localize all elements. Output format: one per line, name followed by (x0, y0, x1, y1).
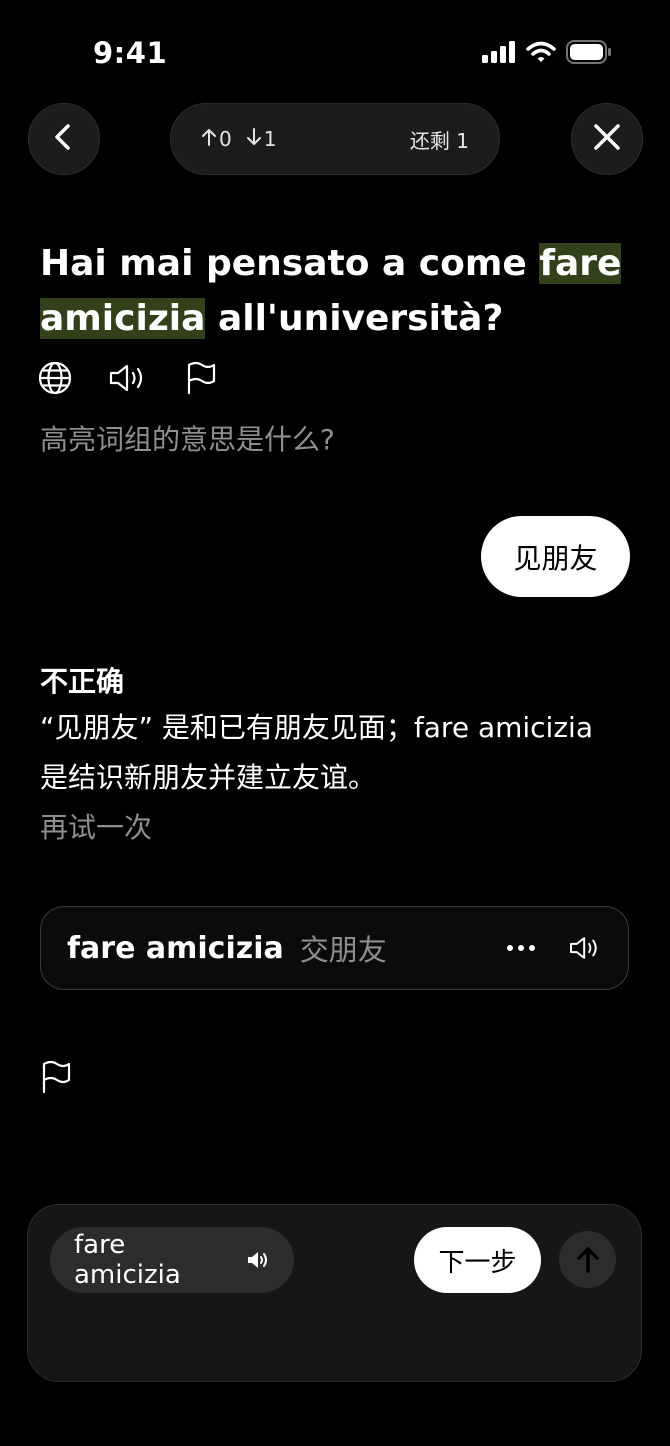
speaker-icon[interactable] (108, 361, 148, 395)
status-time: 9:41 (93, 36, 168, 70)
flag-report-icon[interactable] (184, 361, 218, 395)
next-step-button[interactable]: 下一步 (414, 1227, 541, 1293)
close-icon (592, 122, 622, 156)
up-count-value: 0 (219, 127, 232, 151)
sentence-end: all'università? (205, 298, 504, 339)
phrase-speaker-icon[interactable] (568, 934, 602, 962)
phrase-translation: 交朋友 (299, 933, 387, 967)
arrow-down-icon (246, 127, 262, 152)
wifi-icon (526, 41, 556, 67)
highlighted-phrase-part-2: amicizia (40, 298, 206, 339)
chip-speaker-icon (246, 1249, 270, 1271)
flag-icon[interactable] (39, 1060, 73, 1094)
retry-link[interactable]: 再试一次 (40, 806, 152, 846)
input-panel: fare amicizia 下一步 (27, 1204, 642, 1382)
question-prompt: 高亮词组的意思是什么? (40, 423, 335, 456)
phrase-actions (506, 934, 602, 962)
status-icons (482, 40, 612, 68)
more-options-icon[interactable] (506, 944, 536, 952)
chevron-left-icon (49, 122, 79, 156)
close-button[interactable] (571, 103, 643, 175)
sentence-tools (38, 361, 218, 395)
sentence-start: Hai mai pensato a come (40, 243, 540, 284)
feedback-title: 不正确 (40, 665, 125, 698)
back-button[interactable] (28, 103, 100, 175)
up-count: 0 (201, 127, 232, 152)
cellular-signal-icon (482, 41, 516, 67)
phrase-chip[interactable]: fare amicizia (50, 1227, 294, 1293)
arrow-up-icon (201, 127, 217, 152)
battery-icon (566, 40, 612, 68)
feedback-explanation: “见朋友” 是和已有朋友见面；fare amicizia 是结识新朋友并建立友谊… (40, 711, 593, 794)
phrase-chip-label: fare amicizia (74, 1230, 181, 1290)
down-count: 1 (246, 127, 277, 152)
send-button[interactable] (559, 1231, 616, 1288)
phrase-card[interactable]: fare amicizia 交朋友 (40, 906, 629, 990)
selected-answer-bubble[interactable]: 见朋友 (481, 516, 630, 597)
lesson-screen: 9:41 0 1 还剩 1 Hai mai pensato a come far… (0, 0, 670, 1446)
highlighted-phrase-part-1: fare (539, 243, 622, 284)
translate-globe-icon[interactable] (38, 361, 72, 395)
down-count-value: 1 (263, 127, 277, 151)
progress-indicator: 0 1 还剩 1 (170, 103, 500, 175)
question-sentence: Hai mai pensato a come fare amicizia all… (40, 236, 640, 346)
phrase-word: fare amicizia (67, 930, 284, 966)
arrow-up-send-icon (575, 1246, 601, 1274)
score-counts: 0 1 (201, 127, 276, 152)
remaining-count: 还剩 1 (409, 128, 469, 153)
